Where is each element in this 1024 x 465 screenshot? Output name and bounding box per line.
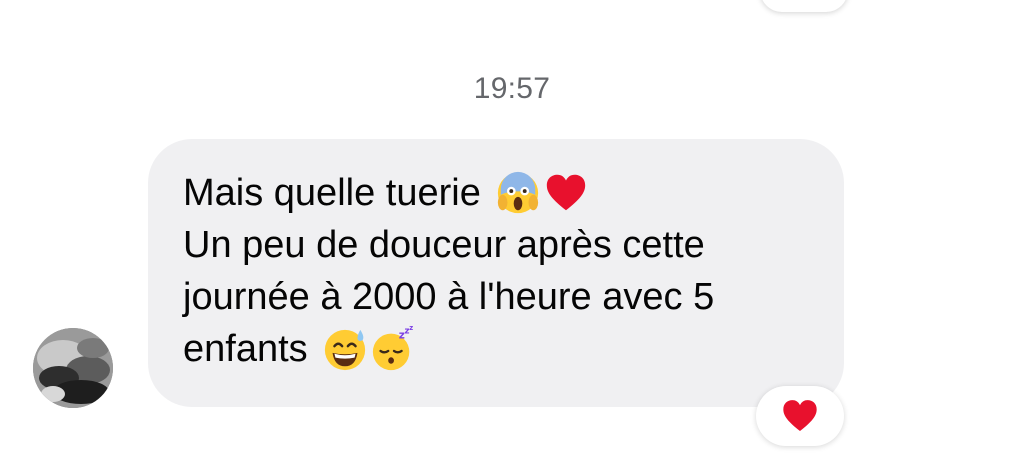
face-screaming-in-fear-icon [495, 170, 541, 216]
message-line-1: Mais quelle tuerie [183, 167, 814, 219]
red-heart-icon [543, 170, 589, 216]
red-heart-icon [780, 396, 820, 436]
message-line-2: Un peu de douceur après cette [183, 224, 705, 266]
message-line-3: journée à 2000 à l'heure avec 5 [183, 276, 715, 318]
message-text-line-1: Mais quelle tuerie [183, 172, 481, 214]
previous-message-reaction-pill[interactable] [760, 0, 848, 12]
sleeping-face-icon: z z z [370, 326, 416, 372]
grinning-face-with-sweat-icon [322, 326, 368, 372]
message-text-line-4: enfants [183, 328, 308, 370]
sender-avatar[interactable] [33, 328, 113, 408]
message-bubble[interactable]: Mais quelle tuerie Un peu de douceur apr… [148, 139, 844, 407]
message-timestamp: 19:57 [473, 72, 551, 105]
message-line-4: enfants z z z [183, 323, 814, 375]
chat-screen: 19:57 Mais quelle tuerie Un peu de douce… [0, 0, 1024, 465]
message-reaction-pill[interactable] [756, 386, 844, 446]
svg-text:z: z [409, 326, 413, 332]
